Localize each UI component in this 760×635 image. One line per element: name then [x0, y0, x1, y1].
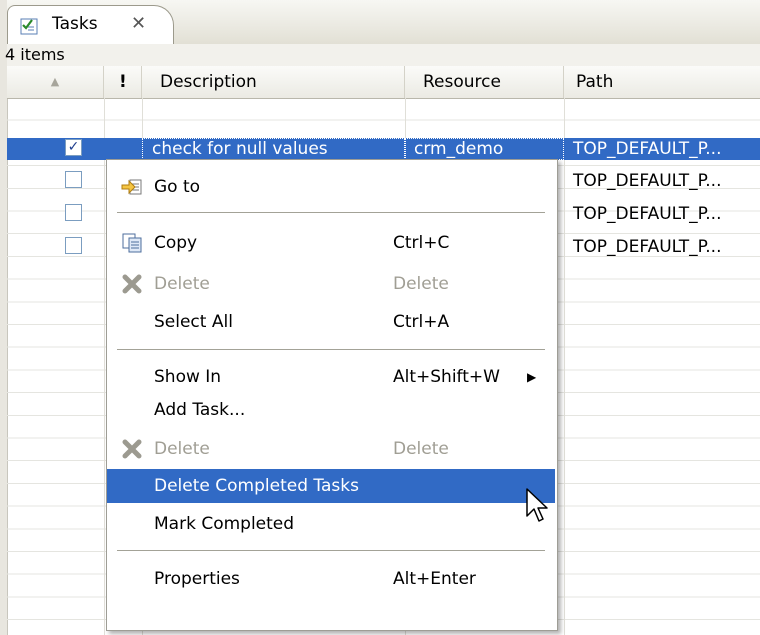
item-count: 4 items [5, 45, 65, 64]
menu-item-shortcut: Ctrl+A [393, 312, 450, 332]
menu-item-delete[interactable]: Delete Delete [107, 267, 555, 301]
sort-ascending-icon: ▲ [50, 75, 60, 88]
item-count-bar: 4 items [5, 44, 760, 67]
menu-item-label: Delete Completed Tasks [154, 476, 359, 496]
menu-item-delete[interactable]: Delete Delete [107, 432, 555, 466]
menu-item-copy[interactable]: Copy Ctrl+C [107, 226, 555, 260]
row-path: TOP_DEFAULT_P... [573, 204, 722, 224]
completed-checkbox[interactable] [65, 237, 82, 254]
menu-item-label: Delete [154, 274, 210, 294]
column-header-sort[interactable]: ▲ [7, 66, 104, 98]
row-path: TOP_DEFAULT_P... [573, 139, 722, 159]
row-path: TOP_DEFAULT_P... [573, 171, 722, 191]
menu-item-show-in[interactable]: Show In Alt+Shift+W ▶ [107, 360, 555, 394]
column-header-path[interactable]: Path [564, 66, 760, 98]
goto-icon [121, 179, 142, 195]
menu-item-shortcut: Delete [393, 439, 449, 459]
menu-item-label: Mark Completed [154, 514, 295, 534]
menu-item-label: Delete [154, 439, 210, 459]
menu-item-label: Select All [154, 312, 233, 332]
view-tab-bar: Tasks ✕ [7, 0, 760, 45]
completed-checkbox[interactable]: ✓ [65, 139, 82, 156]
submenu-arrow-icon: ▶ [527, 370, 537, 384]
column-header-resource[interactable]: Resource [405, 66, 564, 98]
menu-item-add-task[interactable]: Add Task... [107, 393, 555, 427]
menu-item-properties[interactable]: Properties Alt+Enter [107, 562, 555, 596]
menu-item-label: Add Task... [154, 400, 246, 420]
menu-separator [117, 212, 545, 214]
context-menu: Go to Copy Ctrl+C Delete Delete Select A… [106, 159, 558, 631]
menu-item-label: Properties [154, 569, 240, 589]
tasks-icon [20, 18, 38, 35]
menu-item-shortcut: Alt+Shift+W [393, 367, 500, 387]
menu-item-shortcut: Alt+Enter [393, 569, 476, 589]
table-header: ▲ ! Description Resource Path [7, 66, 760, 99]
menu-item-select-all[interactable]: Select All Ctrl+A [107, 305, 555, 339]
menu-item-go-to[interactable]: Go to [107, 170, 555, 204]
menu-item-delete-completed-tasks[interactable]: Delete Completed Tasks [107, 469, 555, 503]
menu-item-shortcut: Ctrl+C [393, 233, 450, 253]
row-resource: crm_demo [414, 139, 504, 159]
row-description: check for null values [152, 139, 328, 159]
column-header-description[interactable]: Description [142, 66, 405, 98]
menu-item-mark-completed[interactable]: Mark Completed [107, 507, 555, 541]
table-row[interactable]: ✓ check for null values crm_demo TOP_DEF… [7, 138, 760, 160]
tab-title: Tasks [52, 14, 98, 34]
completed-checkbox[interactable] [65, 171, 82, 188]
menu-item-shortcut: Delete [393, 274, 449, 294]
tab-tasks[interactable]: Tasks ✕ [7, 5, 174, 45]
close-icon[interactable]: ✕ [131, 13, 146, 34]
column-header-priority[interactable]: ! [104, 66, 142, 98]
menu-separator [117, 550, 545, 552]
completed-checkbox[interactable] [65, 204, 82, 221]
menu-separator [117, 349, 545, 351]
delete-x-icon [122, 274, 142, 294]
copy-icon [122, 233, 142, 253]
delete-x-icon [122, 439, 142, 459]
menu-item-label: Copy [154, 233, 198, 253]
mouse-pointer-icon [526, 488, 548, 522]
menu-item-label: Show In [154, 367, 222, 387]
menu-item-label: Go to [154, 177, 201, 197]
row-path: TOP_DEFAULT_P... [573, 237, 722, 257]
